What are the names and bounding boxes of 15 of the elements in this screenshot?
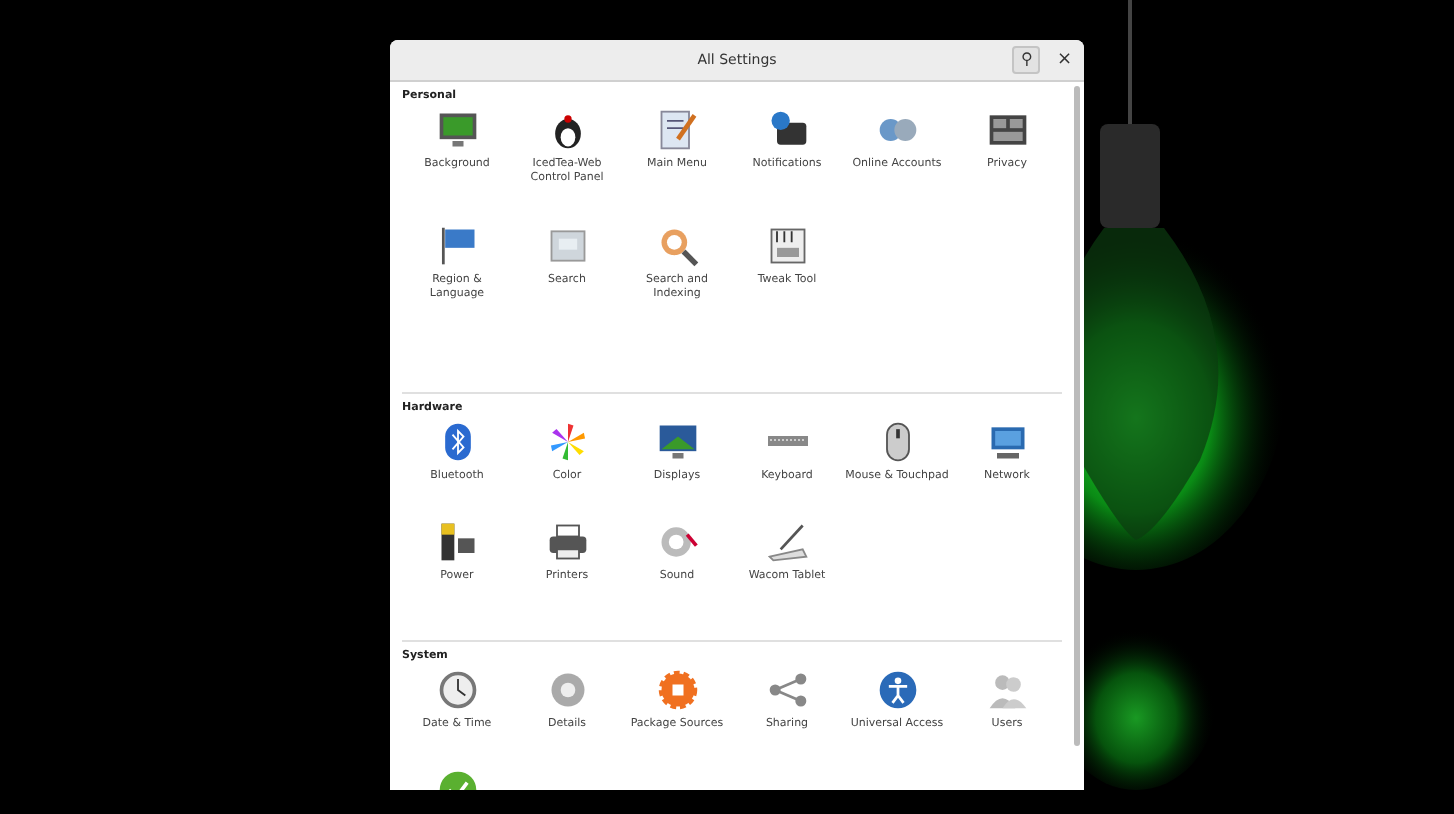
close-button[interactable]: × [1052, 50, 1076, 70]
window-icon [545, 224, 589, 268]
accessibility-icon [875, 668, 919, 712]
keyboard-icon [767, 436, 807, 446]
share-icon [765, 668, 809, 712]
display-icon [655, 420, 699, 464]
color-wheel-icon [545, 420, 589, 464]
clock-icon [435, 668, 479, 712]
printer-icon [545, 520, 589, 564]
search-button[interactable]: ⚲ [1012, 46, 1041, 74]
gear-icon [655, 668, 699, 712]
scrollbar-thumb[interactable] [1074, 86, 1080, 746]
document-pen-icon [655, 108, 699, 152]
monitor-icon [435, 108, 479, 152]
tablet-pen-icon [765, 520, 809, 564]
